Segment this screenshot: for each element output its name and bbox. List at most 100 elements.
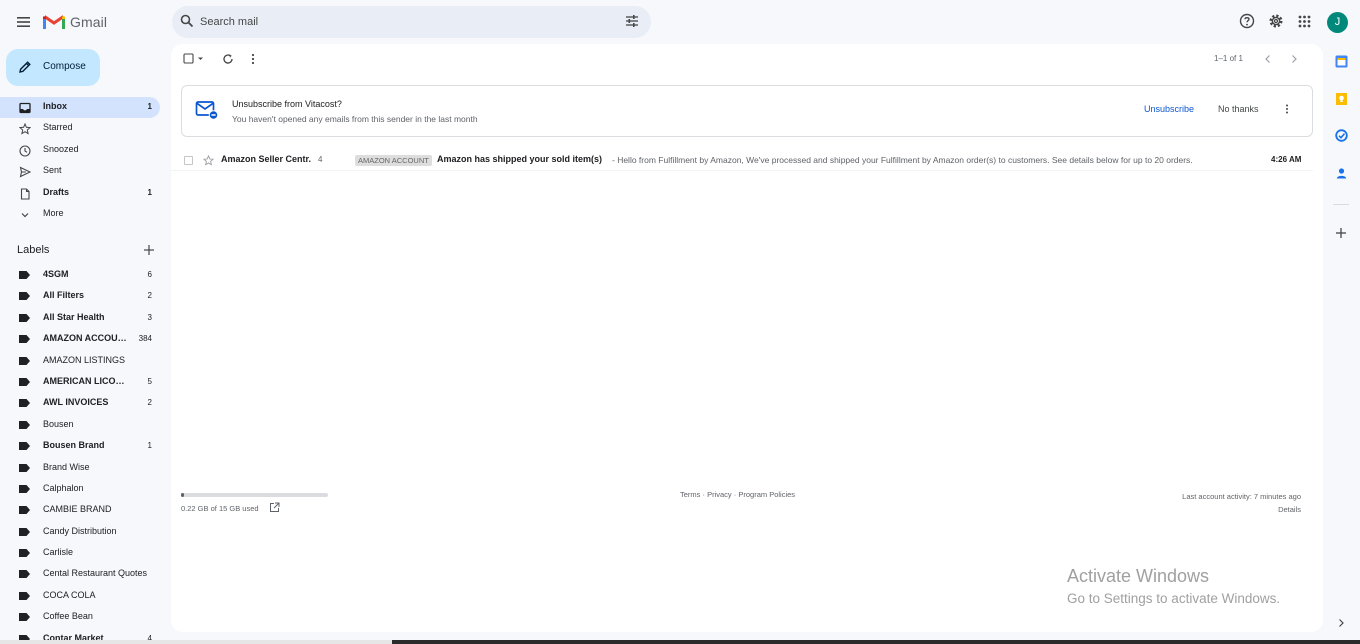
label-item[interactable]: Candy Distribution [0, 521, 160, 542]
label-name: Bousen Brand [43, 440, 105, 451]
expand-side-panel-icon[interactable] [1336, 618, 1346, 628]
activity-details-link[interactable]: Details [1182, 503, 1301, 516]
label-item[interactable]: 4SGM 6 [0, 264, 160, 285]
star-toggle-icon[interactable] [203, 155, 214, 166]
select-all-checkbox[interactable] [183, 53, 209, 65]
label-name: Candy Distribution [43, 525, 117, 536]
label-item[interactable]: AMERICAN LICORICE 5 [0, 371, 160, 392]
no-thanks-button[interactable]: No thanks [1218, 104, 1259, 114]
label-tag-icon [19, 463, 30, 472]
contacts-icon[interactable] [1335, 167, 1348, 180]
tasks-icon[interactable] [1335, 129, 1348, 142]
terms-link[interactable]: Terms [680, 490, 700, 499]
storage-meter [181, 493, 328, 497]
label-item[interactable]: All Filters 2 [0, 285, 160, 306]
label-count: 2 [147, 398, 152, 408]
label-item[interactable]: AWL INVOICES 2 [0, 392, 160, 413]
label-tag-icon [19, 484, 30, 493]
label-count: 2 [147, 291, 152, 301]
search-input[interactable] [200, 6, 600, 38]
nav-item-sent[interactable]: Sent [0, 161, 160, 182]
open-external-icon[interactable] [269, 502, 280, 513]
privacy-link[interactable]: Privacy [707, 490, 732, 499]
email-checkbox[interactable] [184, 156, 193, 165]
side-panel-divider [1333, 204, 1349, 205]
email-snippet: - Hello from Fulfillment by Amazon, We'v… [612, 155, 1193, 165]
unsubscribe-banner: Unsubscribe from Vitacost? You haven't o… [181, 85, 1313, 137]
label-item[interactable]: AMAZON LISTINGS [0, 350, 160, 371]
search-options-icon[interactable] [625, 14, 639, 28]
nav-item-snoozed[interactable]: Snoozed [0, 140, 160, 161]
label-item[interactable]: Cental Restaurant Quotes [0, 563, 160, 584]
unsubscribe-button[interactable]: Unsubscribe [1144, 104, 1194, 114]
label-item[interactable]: COCA COLA [0, 585, 160, 606]
settings-gear-icon[interactable] [1268, 13, 1284, 29]
label-item[interactable]: Coffee Bean [0, 606, 160, 627]
nav-label: Snoozed [43, 143, 79, 154]
mail-list-panel: 1–1 of 1 Unsubscribe from Vitacost? You … [171, 44, 1323, 632]
nav-item-more[interactable]: More [0, 204, 160, 225]
footer-links: Terms · Privacy · Program Policies [680, 490, 795, 499]
refresh-icon[interactable] [222, 53, 234, 65]
account-avatar[interactable]: J [1327, 12, 1348, 33]
windows-activation-watermark: Activate Windows Go to Settings to activ… [1067, 566, 1280, 606]
nav-item-inbox[interactable]: Inbox 1 [0, 97, 160, 119]
label-tag-icon [19, 335, 30, 344]
help-icon[interactable] [1239, 13, 1255, 29]
storage-meter-fill [181, 493, 184, 497]
nav-label: More [43, 207, 64, 218]
label-name: Coffee Bean [43, 611, 93, 622]
search-icon[interactable] [180, 14, 194, 28]
label-name: Cental Restaurant Quotes [43, 568, 148, 579]
label-name: AWL INVOICES [43, 397, 109, 408]
taskbar-segment [0, 640, 392, 644]
label-count: 6 [147, 270, 152, 279]
banner-more-icon[interactable] [1284, 103, 1290, 115]
label-item[interactable]: CAMBIE BRAND [0, 499, 160, 520]
chevron-down-icon [19, 209, 31, 221]
label-tag-icon [19, 570, 30, 579]
gmail-logo[interactable]: Gmail [43, 13, 107, 30]
more-vert-icon[interactable] [249, 53, 257, 65]
inbox-icon [19, 102, 31, 114]
program-policies-link[interactable]: Program Policies [738, 490, 795, 499]
label-name: Bousen [43, 418, 74, 429]
nav-item-drafts[interactable]: Drafts 1 [0, 183, 160, 204]
clock-icon [19, 145, 31, 157]
app-name: Gmail [70, 13, 108, 30]
label-item[interactable]: AMAZON ACCOUNT 384 [0, 328, 160, 349]
label-tag-icon [19, 292, 30, 301]
label-item[interactable]: Bousen [0, 414, 160, 435]
label-name: COCA COLA [43, 589, 96, 600]
email-time: 4:26 AM [1271, 155, 1302, 164]
banner-title: Unsubscribe from Vitacost? [232, 99, 342, 109]
main-menu-icon[interactable] [14, 12, 34, 32]
add-label-icon[interactable] [143, 244, 155, 256]
nav-label: Inbox [43, 101, 67, 111]
last-activity-text: Last account activity: 7 minutes ago [1182, 492, 1301, 501]
label-item[interactable]: Carlisle [0, 542, 160, 563]
label-item[interactable]: Bousen Brand 1 [0, 435, 160, 456]
email-label-badge[interactable]: AMAZON ACCOUNT [355, 155, 432, 166]
label-name: Calphalon [43, 482, 84, 493]
google-apps-icon[interactable] [1298, 15, 1311, 28]
label-item[interactable]: Brand Wise [0, 457, 160, 478]
unsubscribe-mail-icon [195, 99, 219, 121]
chevron-right-icon[interactable] [1289, 54, 1299, 64]
label-name: AMAZON ACCOUNT [43, 333, 129, 344]
compose-button[interactable]: Compose [6, 49, 100, 86]
calendar-icon[interactable] [1335, 55, 1348, 68]
search-bar [172, 6, 651, 38]
label-name: 4SGM [43, 269, 69, 279]
nav-count: 1 [147, 102, 152, 111]
labels-list: 4SGM 6 All Filters 2 All Star Health 3 AMAZ… [0, 264, 170, 644]
label-item[interactable]: All Star Health 3 [0, 307, 160, 328]
nav-item-starred[interactable]: Starred [0, 118, 160, 139]
label-item[interactable]: Calphalon [0, 478, 160, 499]
keep-icon[interactable] [1335, 92, 1348, 106]
app-header: Gmail J [0, 0, 1360, 44]
chevron-left-icon[interactable] [1263, 54, 1273, 64]
add-addon-icon[interactable] [1335, 227, 1347, 239]
email-row[interactable]: Amazon Seller Centr. 4 AMAZON ACCOUNT Am… [171, 149, 1313, 171]
labels-heading: Labels [17, 244, 50, 256]
